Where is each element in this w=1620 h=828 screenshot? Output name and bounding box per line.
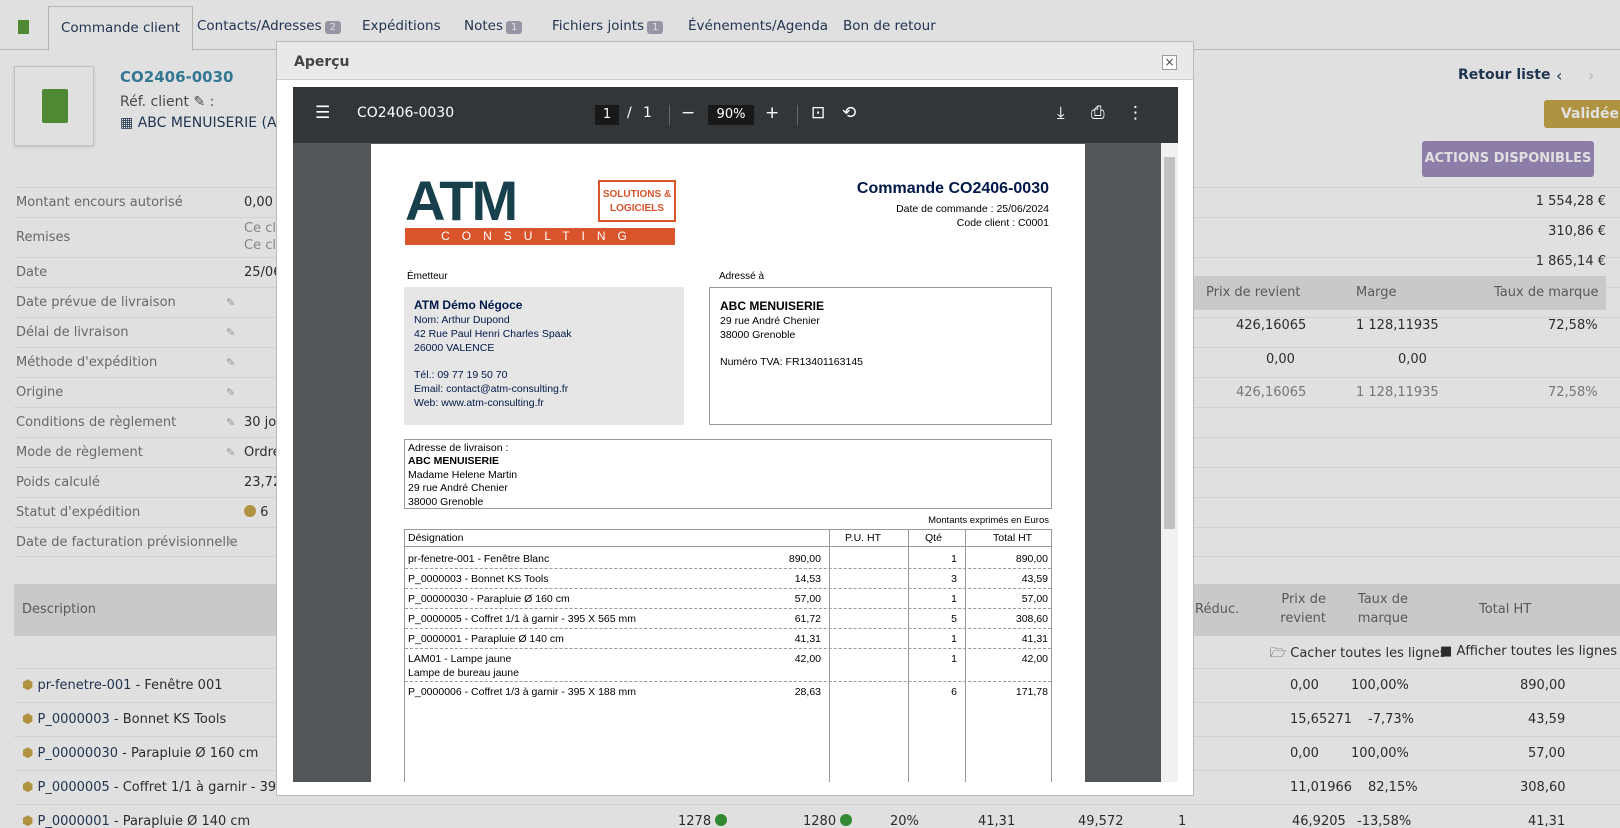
- recipient-box: ABC MENUISERIE 29 rue André Chenier 3800…: [709, 287, 1052, 425]
- fit-page-icon[interactable]: ⊡: [811, 103, 825, 123]
- delivery-box: Adresse de livraison : ABC MENUISERIE Ma…: [404, 439, 1052, 509]
- logo-tagline: SOLUTIONS & LOGICIELS: [598, 180, 676, 222]
- print-icon[interactable]: ⎙: [1091, 103, 1105, 123]
- zoom-out-icon[interactable]: −: [681, 103, 695, 123]
- pdf-toolbar: ☰ CO2406-0030 1 / 1 − 90% + ⊡ ⟲ ⤓ ⎙ ⋮: [293, 87, 1178, 143]
- close-icon[interactable]: ×: [1162, 55, 1177, 70]
- issuer-box: ATM Démo Négoce Nom: Arthur Dupond 42 Ru…: [404, 287, 684, 425]
- pdf-viewer: ☰ CO2406-0030 1 / 1 − 90% + ⊡ ⟲ ⤓ ⎙ ⋮ AT…: [293, 87, 1178, 782]
- logo-subtitle: CONSULTING: [405, 228, 675, 245]
- dialog-title: Aperçu: [294, 54, 350, 70]
- more-options-icon[interactable]: ⋮: [1127, 103, 1144, 123]
- zoom-level[interactable]: 90%: [708, 105, 754, 125]
- rotate-icon[interactable]: ⟲: [842, 103, 856, 123]
- dialog-titlebar: Aperçu ×: [277, 42, 1193, 80]
- scroll-thumb[interactable]: [1164, 157, 1175, 529]
- pdf-page: ATM SOLUTIONS & LOGICIELS CONSULTING Comm…: [371, 144, 1085, 782]
- page-number-input[interactable]: 1: [595, 105, 619, 125]
- pdf-lines-table: Désignation P.U. HT Qté Total HT pr-fene…: [404, 529, 1052, 782]
- atm-logo: ATM: [405, 169, 518, 232]
- download-icon[interactable]: ⤓: [1057, 103, 1065, 123]
- pdf-filename: CO2406-0030: [357, 105, 455, 121]
- zoom-in-icon[interactable]: +: [765, 103, 779, 123]
- pdf-title: Commande CO2406-0030: [856, 180, 1049, 197]
- pdf-scrollbar[interactable]: [1161, 143, 1178, 782]
- preview-dialog: Aperçu × ☰ CO2406-0030 1 / 1 − 90% + ⊡ ⟲…: [276, 41, 1194, 796]
- menu-icon[interactable]: ☰: [315, 103, 330, 123]
